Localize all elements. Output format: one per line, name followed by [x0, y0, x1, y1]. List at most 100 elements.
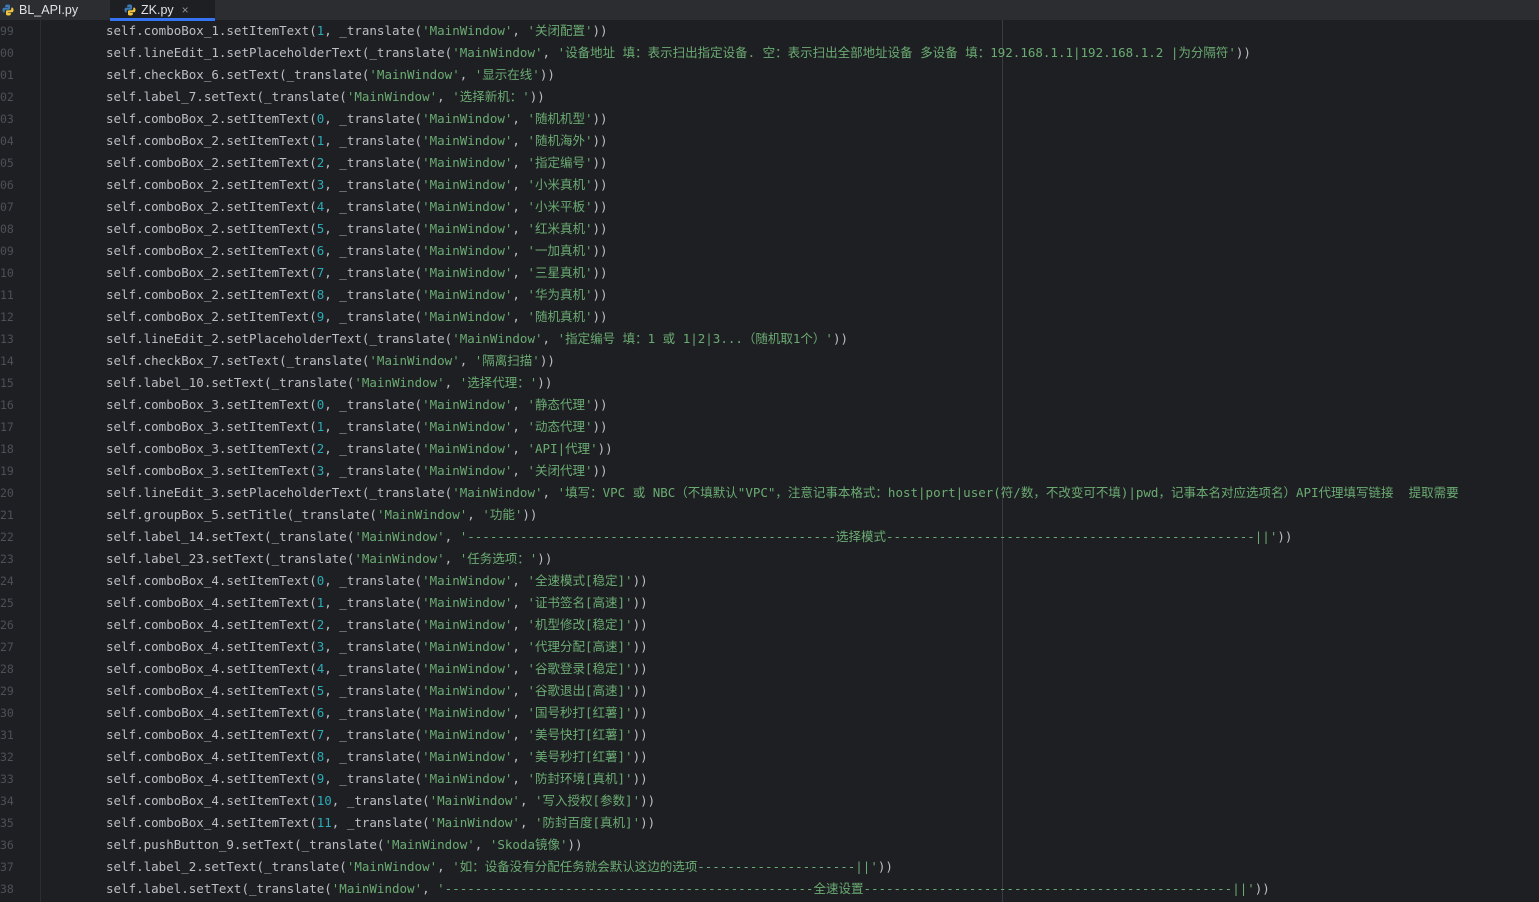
string-literal: '---------------------------------------…	[437, 881, 1255, 896]
code-line[interactable]: 06 self.comboBox_2.setItemText(3, _transl…	[0, 174, 1539, 196]
line-number: 30	[0, 706, 14, 720]
line-number: 31	[0, 728, 14, 742]
string-literal: '美号秒打[红薯]'	[527, 749, 633, 764]
code-line[interactable]: 08 self.comboBox_2.setItemText(5, _transl…	[0, 218, 1539, 240]
code-text: self.comboBox_1.setItemText(1, _translat…	[106, 20, 608, 42]
code-token: , _translate(	[324, 661, 423, 676]
code-line[interactable]: 02 self.label_7.setText(_translate('MainW…	[0, 86, 1539, 108]
code-token: self.label_2.setText(_translate(	[106, 859, 347, 874]
code-line[interactable]: 17 self.comboBox_3.setItemText(1, _transl…	[0, 416, 1539, 438]
line-number: 03	[0, 112, 14, 126]
code-line[interactable]: 15 self.label_10.setText(_translate('Main…	[0, 372, 1539, 394]
code-line[interactable]: 11 self.comboBox_2.setItemText(8, _transl…	[0, 284, 1539, 306]
code-text: self.comboBox_2.setItemText(6, _translat…	[106, 240, 608, 262]
code-line[interactable]: 21 self.groupBox_5.setTitle(_translate('M…	[0, 504, 1539, 526]
code-line[interactable]: 99 self.comboBox_1.setItemText(1, _transl…	[0, 20, 1539, 42]
python-file-icon	[124, 4, 136, 16]
code-text: self.comboBox_2.setItemText(1, _translat…	[106, 130, 608, 152]
code-line[interactable]: 28 self.comboBox_4.setItemText(4, _transl…	[0, 658, 1539, 680]
code-line[interactable]: 34 self.comboBox_4.setItemText(10, _trans…	[0, 790, 1539, 812]
code-token: self.comboBox_4.setItemText(	[106, 595, 317, 610]
code-token: ,	[512, 749, 528, 764]
code-token: , _translate(	[324, 397, 423, 412]
code-token: ))	[877, 859, 893, 874]
string-literal: '全速模式[稳定]'	[527, 573, 633, 588]
string-literal: 'MainWindow'	[369, 67, 460, 82]
code-line[interactable]: 05 self.comboBox_2.setItemText(2, _transl…	[0, 152, 1539, 174]
code-line[interactable]: 36 self.pushButton_9.setText(_translate('…	[0, 834, 1539, 856]
code-token: self.comboBox_2.setItemText(	[106, 111, 317, 126]
code-line[interactable]: 33 self.comboBox_4.setItemText(9, _transl…	[0, 768, 1539, 790]
code-lines: 99 self.comboBox_1.setItemText(1, _transl…	[0, 20, 1539, 900]
code-token: ,	[512, 573, 528, 588]
string-literal: '机型修改[稳定]'	[527, 617, 633, 632]
code-line[interactable]: 13 self.lineEdit_2.setPlaceholderText(_tr…	[0, 328, 1539, 350]
code-line[interactable]: 04 self.comboBox_2.setItemText(1, _transl…	[0, 130, 1539, 152]
code-token: self.comboBox_4.setItemText(	[106, 771, 317, 786]
code-line[interactable]: 38 self.label.setText(_translate('MainWin…	[0, 878, 1539, 900]
string-literal: 'API|代理'	[527, 441, 598, 456]
string-literal: 'MainWindow'	[422, 463, 513, 478]
code-editor[interactable]: 99 self.comboBox_1.setItemText(1, _transl…	[0, 20, 1539, 902]
code-token: ))	[640, 815, 656, 830]
code-line[interactable]: 37 self.label_2.setText(_translate('MainW…	[0, 856, 1539, 878]
line-number: 00	[0, 46, 14, 60]
code-line[interactable]: 03 self.comboBox_2.setItemText(0, _transl…	[0, 108, 1539, 130]
code-text: self.pushButton_9.setText(_translate('Ma…	[106, 834, 583, 856]
code-line[interactable]: 23 self.label_23.setText(_translate('Main…	[0, 548, 1539, 570]
line-number: 06	[0, 178, 14, 192]
close-tab-icon[interactable]: ×	[182, 3, 189, 17]
string-literal: 'MainWindow'	[422, 111, 513, 126]
tab-zk[interactable]: ZK.py ×	[110, 0, 215, 21]
code-line[interactable]: 22 self.label_14.setText(_translate('Main…	[0, 526, 1539, 548]
string-literal: 'MainWindow'	[422, 265, 513, 280]
code-text: self.checkBox_7.setText(_translate('Main…	[106, 350, 555, 372]
code-text: self.comboBox_4.setItemText(9, _translat…	[106, 768, 648, 790]
code-line[interactable]: 14 self.checkBox_7.setText(_translate('Ma…	[0, 350, 1539, 372]
code-token: self.lineEdit_2.setPlaceholderText(_tran…	[106, 331, 453, 346]
code-text: self.comboBox_2.setItemText(2, _translat…	[106, 152, 608, 174]
code-token: self.comboBox_2.setItemText(	[106, 265, 317, 280]
code-token: ))	[632, 573, 648, 588]
code-token: self.comboBox_3.setItemText(	[106, 397, 317, 412]
line-number: 35	[0, 816, 14, 830]
code-line[interactable]: 25 self.comboBox_4.setItemText(1, _transl…	[0, 592, 1539, 614]
code-line[interactable]: 31 self.comboBox_4.setItemText(7, _transl…	[0, 724, 1539, 746]
string-literal: 'MainWindow'	[422, 397, 513, 412]
code-line[interactable]: 09 self.comboBox_2.setItemText(6, _transl…	[0, 240, 1539, 262]
code-line[interactable]: 35 self.comboBox_4.setItemText(11, _trans…	[0, 812, 1539, 834]
string-literal: 'MainWindow'	[422, 419, 513, 434]
code-token: ,	[512, 23, 528, 38]
tab-bl-api[interactable]: BL_API.py	[0, 0, 110, 20]
line-number: 07	[0, 200, 14, 214]
code-token: ,	[467, 507, 483, 522]
code-line[interactable]: 20 self.lineEdit_3.setPlaceholderText(_tr…	[0, 482, 1539, 504]
code-token: self.comboBox_4.setItemText(	[106, 661, 317, 676]
code-token: ))	[539, 67, 555, 82]
code-line[interactable]: 00 self.lineEdit_1.setPlaceholderText(_tr…	[0, 42, 1539, 64]
code-token: self.comboBox_4.setItemText(	[106, 793, 317, 808]
code-text: self.groupBox_5.setTitle(_translate('Mai…	[106, 504, 537, 526]
code-line[interactable]: 10 self.comboBox_2.setItemText(7, _transl…	[0, 262, 1539, 284]
code-line[interactable]: 32 self.comboBox_4.setItemText(8, _transl…	[0, 746, 1539, 768]
code-line[interactable]: 30 self.comboBox_4.setItemText(6, _transl…	[0, 702, 1539, 724]
code-token: , _translate(	[324, 23, 423, 38]
code-line[interactable]: 24 self.comboBox_4.setItemText(0, _transl…	[0, 570, 1539, 592]
code-line[interactable]: 29 self.comboBox_4.setItemText(5, _transl…	[0, 680, 1539, 702]
code-line[interactable]: 16 self.comboBox_3.setItemText(0, _transl…	[0, 394, 1539, 416]
code-line[interactable]: 01 self.checkBox_6.setText(_translate('Ma…	[0, 64, 1539, 86]
code-text: self.comboBox_4.setItemText(7, _translat…	[106, 724, 648, 746]
code-line[interactable]: 26 self.comboBox_4.setItemText(2, _transl…	[0, 614, 1539, 636]
code-token: self.label.setText(_translate(	[106, 881, 332, 896]
code-token: ,	[422, 881, 438, 896]
code-token: self.label_14.setText(_translate(	[106, 529, 355, 544]
code-line[interactable]: 27 self.comboBox_4.setItemText(3, _transl…	[0, 636, 1539, 658]
code-token: ,	[444, 375, 460, 390]
code-line[interactable]: 12 self.comboBox_2.setItemText(9, _transl…	[0, 306, 1539, 328]
line-number: 36	[0, 838, 14, 852]
string-literal: '防封环境[真机]'	[527, 771, 633, 786]
code-line[interactable]: 18 self.comboBox_3.setItemText(2, _transl…	[0, 438, 1539, 460]
code-line[interactable]: 07 self.comboBox_2.setItemText(4, _transl…	[0, 196, 1539, 218]
line-number: 99	[0, 24, 14, 38]
code-line[interactable]: 19 self.comboBox_3.setItemText(3, _transl…	[0, 460, 1539, 482]
